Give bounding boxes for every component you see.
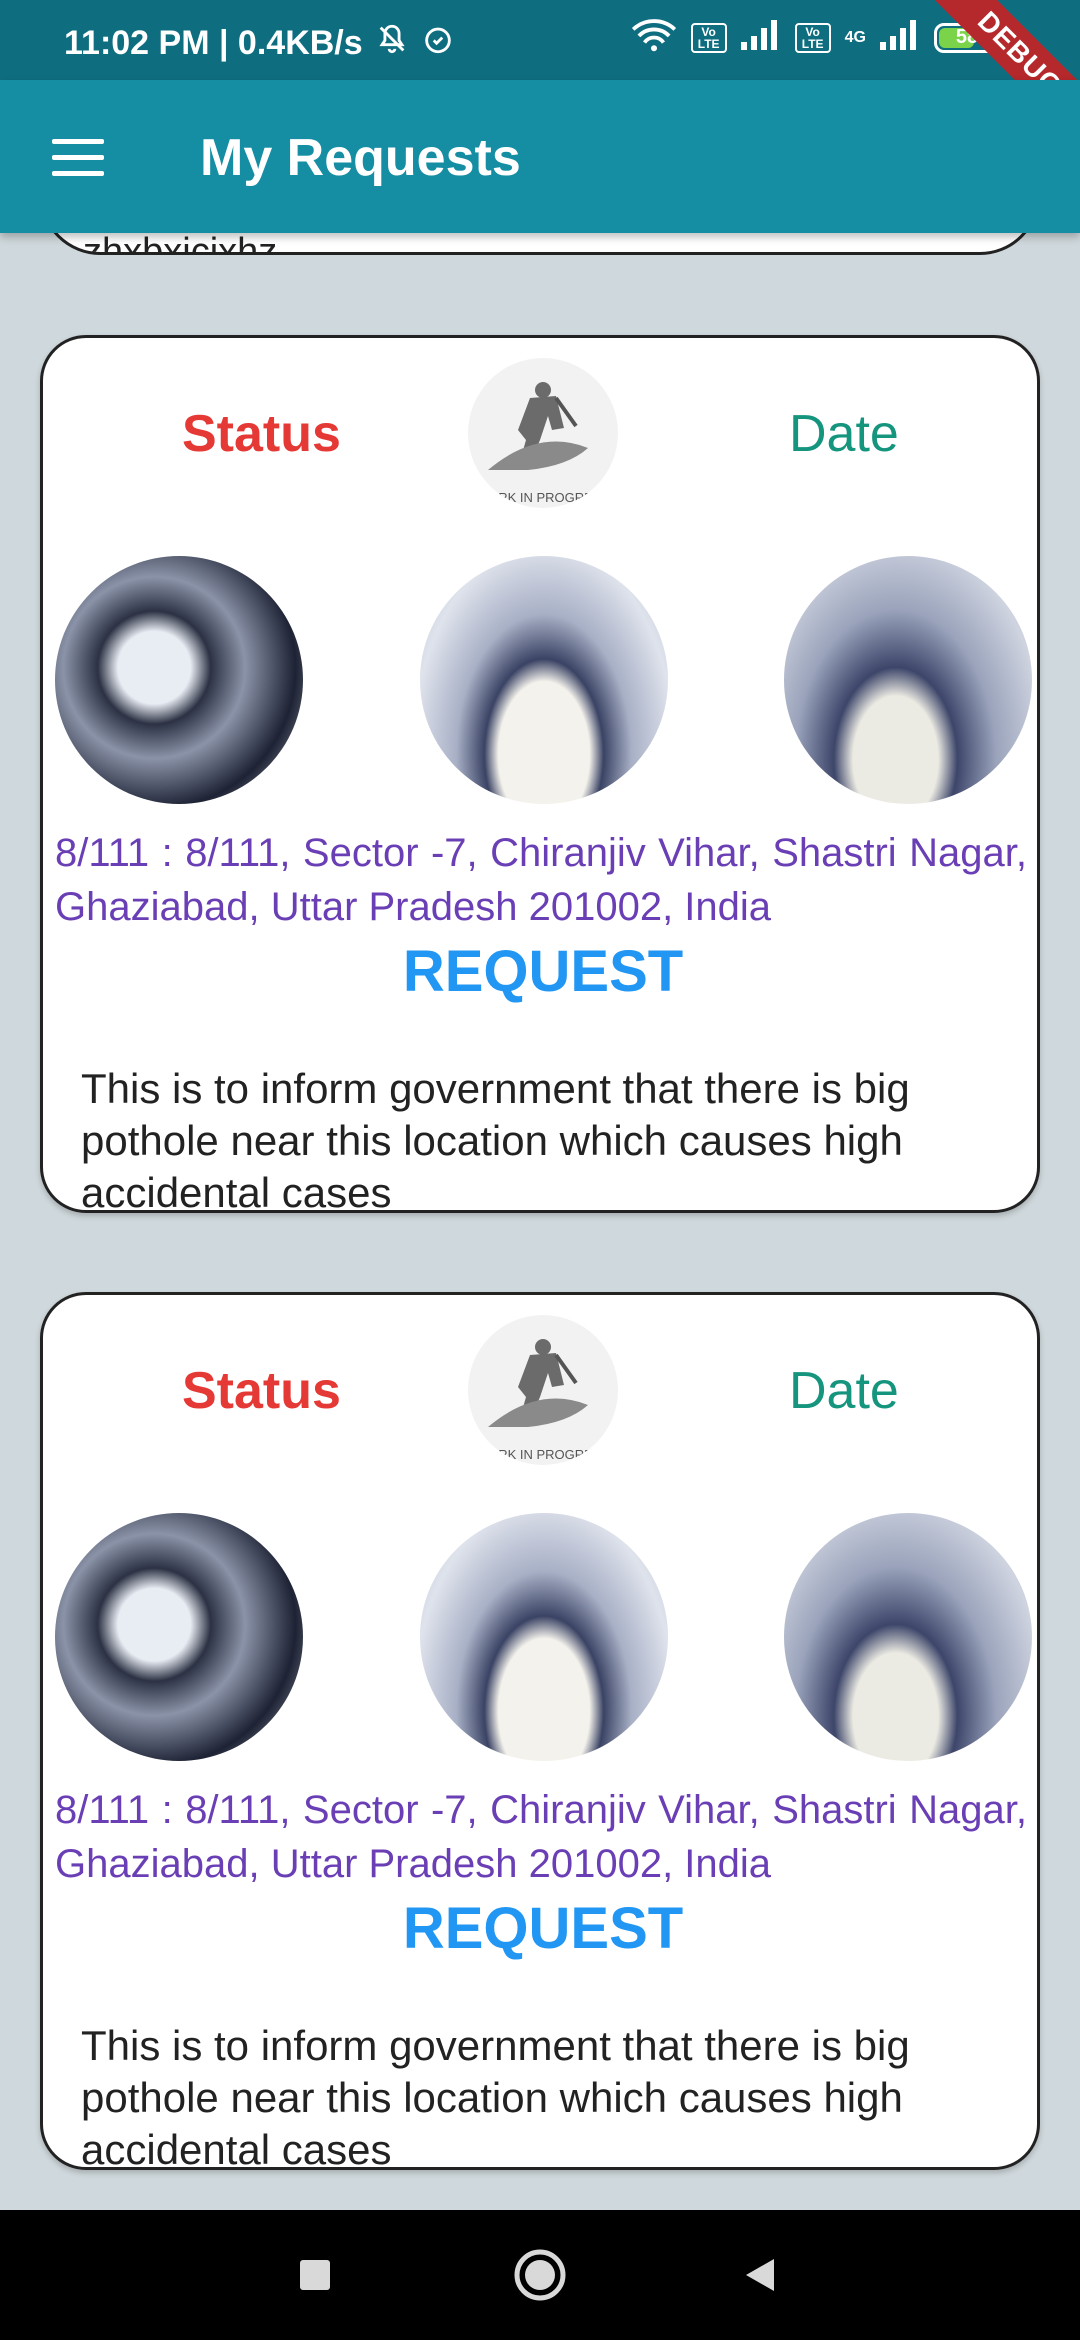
work-in-progress-caption: WORK IN PROGRESS: [475, 490, 611, 505]
alarm-icon: [421, 22, 455, 65]
volte-badge-2: Vo LTE: [794, 22, 831, 53]
page-title: My Requests: [200, 129, 521, 187]
status-label: Status: [182, 405, 341, 463]
work-in-progress-icon: WORK IN PROGRESS: [468, 1315, 618, 1465]
pothole-photo[interactable]: [420, 1513, 668, 1761]
square-icon[interactable]: [255, 2210, 375, 2340]
request-address: 8/111 : 8/111, Sector -7, Chiranjiv Viha…: [55, 831, 1027, 929]
circle-icon[interactable]: [480, 2210, 600, 2340]
bell-off-icon: [375, 22, 409, 65]
status-label: Status: [182, 1362, 341, 1420]
network-4g-label: 4G: [844, 28, 866, 46]
pothole-photo[interactable]: [784, 556, 1032, 804]
system-nav-bar: [0, 2210, 1080, 2340]
request-address: 8/111 : 8/111, Sector -7, Chiranjiv Viha…: [55, 1788, 1027, 1886]
pothole-photo[interactable]: [420, 556, 668, 804]
request-heading: REQUEST: [402, 939, 684, 1004]
request-card[interactable]: Status WORK IN PROGRESS Date 8/111 : 8/1…: [40, 335, 1040, 1213]
date-label: Date: [789, 1362, 899, 1420]
signal-icon-2: [880, 20, 920, 55]
date-label: Date: [789, 405, 899, 463]
work-in-progress-caption: WORK IN PROGRESS: [475, 1447, 611, 1462]
pothole-photo[interactable]: [55, 1513, 303, 1761]
work-in-progress-icon: WORK IN PROGRESS: [468, 358, 618, 508]
status-bar: 11:02 PM | 0.4KB/s Vo LTE Vo LTE 4G 58 D…: [0, 0, 1080, 162]
triangle-back-icon[interactable]: [700, 2210, 820, 2340]
pothole-photo[interactable]: [55, 556, 303, 804]
previous-card-text: zhxbxicixhz: [83, 231, 278, 255]
pothole-photo[interactable]: [784, 1513, 1032, 1761]
signal-icon: [740, 20, 781, 55]
request-description: This is to inform government that there …: [81, 2022, 910, 2170]
volte-badge: Vo LTE: [690, 22, 727, 53]
app-bar: My Requests: [0, 80, 1080, 233]
hamburger-menu-icon[interactable]: [52, 139, 104, 177]
request-card[interactable]: Status WORK IN PROGRESS Date 8/111 : 8/1…: [40, 1292, 1040, 2170]
wifi-icon: [631, 18, 677, 57]
request-description: This is to inform government that there …: [81, 1065, 910, 1213]
status-left: 11:02 PM | 0.4KB/s: [64, 22, 455, 65]
request-heading: REQUEST: [402, 1896, 684, 1961]
status-right: Vo LTE Vo LTE 4G 58: [631, 18, 1000, 57]
time-and-speed: 11:02 PM | 0.4KB/s: [64, 24, 363, 62]
